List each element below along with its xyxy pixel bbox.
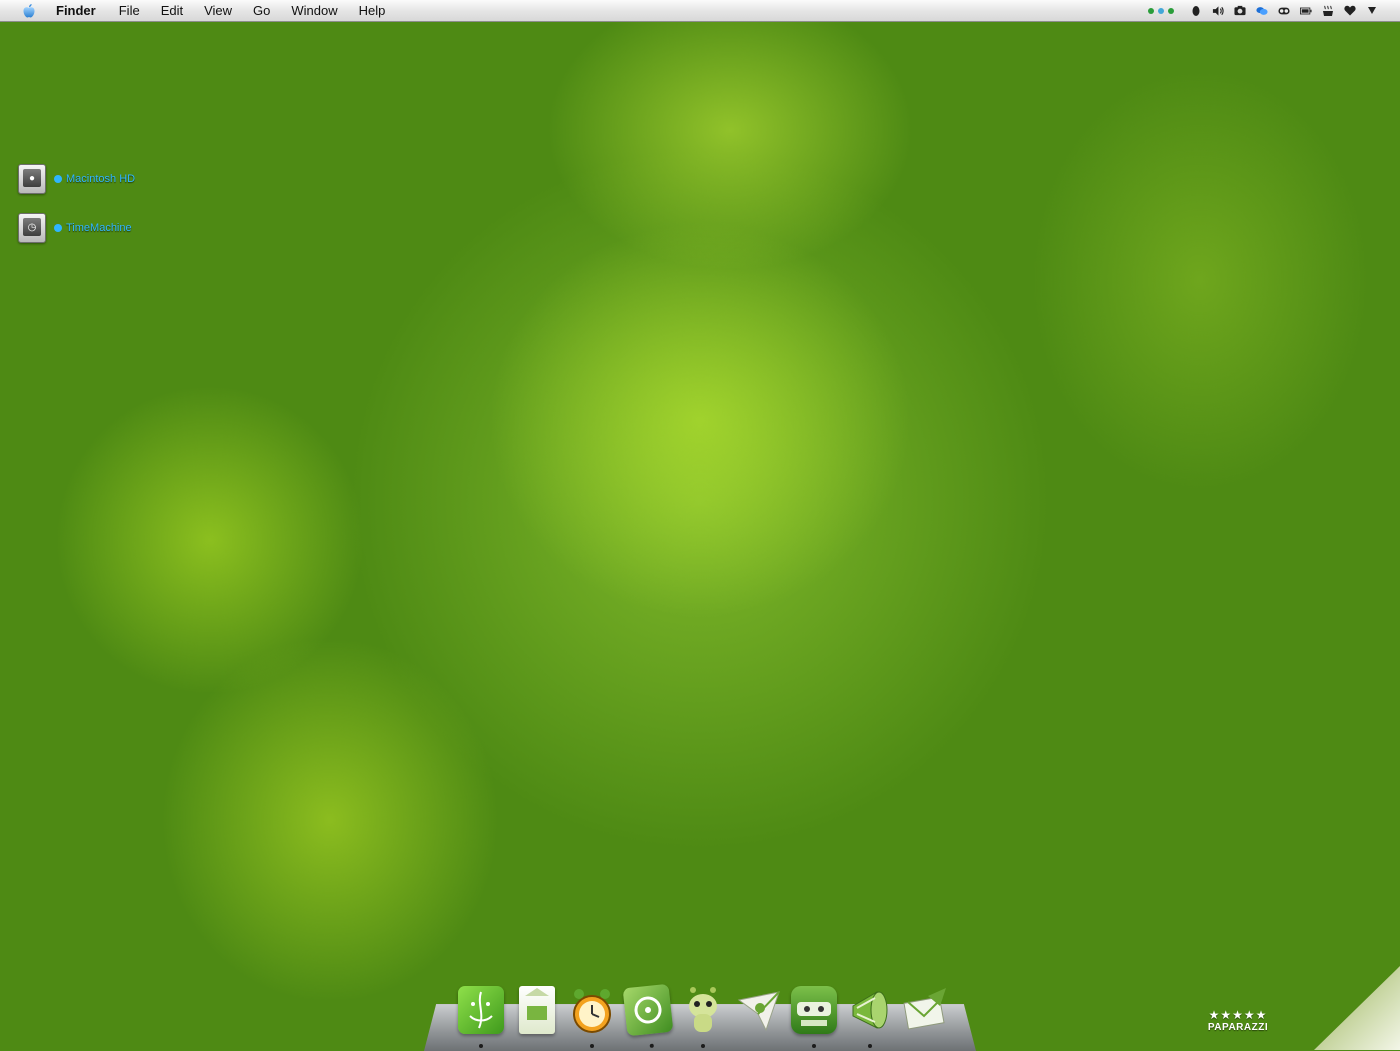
- mail-icon[interactable]: [902, 986, 948, 1034]
- time-machine-drive-icon: ◷: [18, 213, 46, 243]
- apple-menu-icon[interactable]: [22, 3, 36, 19]
- menu-bar: Finder File Edit View Go Window Help: [0, 0, 1400, 22]
- running-indicator-icon: [649, 1043, 654, 1049]
- alarm-clock-icon[interactable]: [569, 986, 615, 1048]
- menu-help[interactable]: Help: [359, 3, 386, 18]
- bluetooth-icon[interactable]: [1190, 5, 1202, 17]
- apple-logo-icon: ●: [23, 169, 41, 187]
- status-dot-icon: [1168, 7, 1174, 14]
- status-dots: [1148, 7, 1174, 14]
- megaphone-icon[interactable]: [847, 986, 893, 1048]
- running-indicator-icon: [701, 1044, 705, 1048]
- finder-icon[interactable]: [458, 986, 504, 1048]
- running-indicator-icon: [867, 1044, 872, 1048]
- paper-plane-icon[interactable]: [736, 986, 782, 1034]
- label-tag-icon: [54, 175, 62, 183]
- menu-file[interactable]: File: [119, 3, 140, 18]
- menu-window[interactable]: Window: [291, 3, 337, 18]
- volume-icon[interactable]: [1212, 5, 1224, 17]
- status-area: [1148, 0, 1378, 21]
- label-tag-icon: [54, 224, 62, 232]
- coffee-icon[interactable]: [1322, 5, 1334, 17]
- running-indicator-icon: [590, 1044, 594, 1048]
- hard-drive-icon: ●: [18, 164, 46, 194]
- menu-edit[interactable]: Edit: [161, 3, 183, 18]
- running-indicator-icon: [812, 1044, 816, 1048]
- widget-label: PAPARAZZI: [1207, 1022, 1269, 1033]
- eyes-icon[interactable]: [1278, 5, 1290, 17]
- milk-carton-icon[interactable]: [518, 986, 555, 1034]
- status-dot-icon: [1148, 7, 1154, 14]
- desktop-icon-text: Macintosh HD: [66, 173, 136, 185]
- desktop-icon-text: TimeMachine: [66, 222, 132, 234]
- dock: [458, 982, 948, 1049]
- desktop-icon-timemachine[interactable]: ◷ TimeMachine: [18, 213, 132, 243]
- paparazzi-widget[interactable]: ★★★★★ PAPARAZZI: [1198, 1008, 1278, 1033]
- menu-go[interactable]: Go: [253, 3, 270, 18]
- cd-case-icon[interactable]: [622, 983, 673, 1049]
- power-icon[interactable]: [1366, 5, 1378, 17]
- camera-icon[interactable]: [1234, 5, 1246, 17]
- battery-icon[interactable]: [1300, 5, 1312, 17]
- heart-icon[interactable]: [1344, 5, 1356, 17]
- menu-app-name[interactable]: Finder: [56, 3, 96, 18]
- rating-stars: ★★★★★: [1208, 1008, 1268, 1022]
- page-curl-corner[interactable]: [1314, 966, 1400, 1050]
- desktop-icon-label: TimeMachine: [54, 222, 132, 234]
- clock-arrow-icon: ◷: [23, 218, 41, 236]
- desktop-icon-macintosh-hd[interactable]: ● Macintosh HD: [18, 164, 135, 194]
- menu-view[interactable]: View: [204, 3, 232, 18]
- running-indicator-icon: [479, 1044, 483, 1048]
- status-dot-icon: [1158, 7, 1164, 14]
- alien-icon[interactable]: [680, 986, 726, 1048]
- printer-icon[interactable]: [791, 986, 837, 1048]
- desktop-icon-label: Macintosh HD: [54, 173, 135, 185]
- chat-icon[interactable]: [1256, 5, 1268, 17]
